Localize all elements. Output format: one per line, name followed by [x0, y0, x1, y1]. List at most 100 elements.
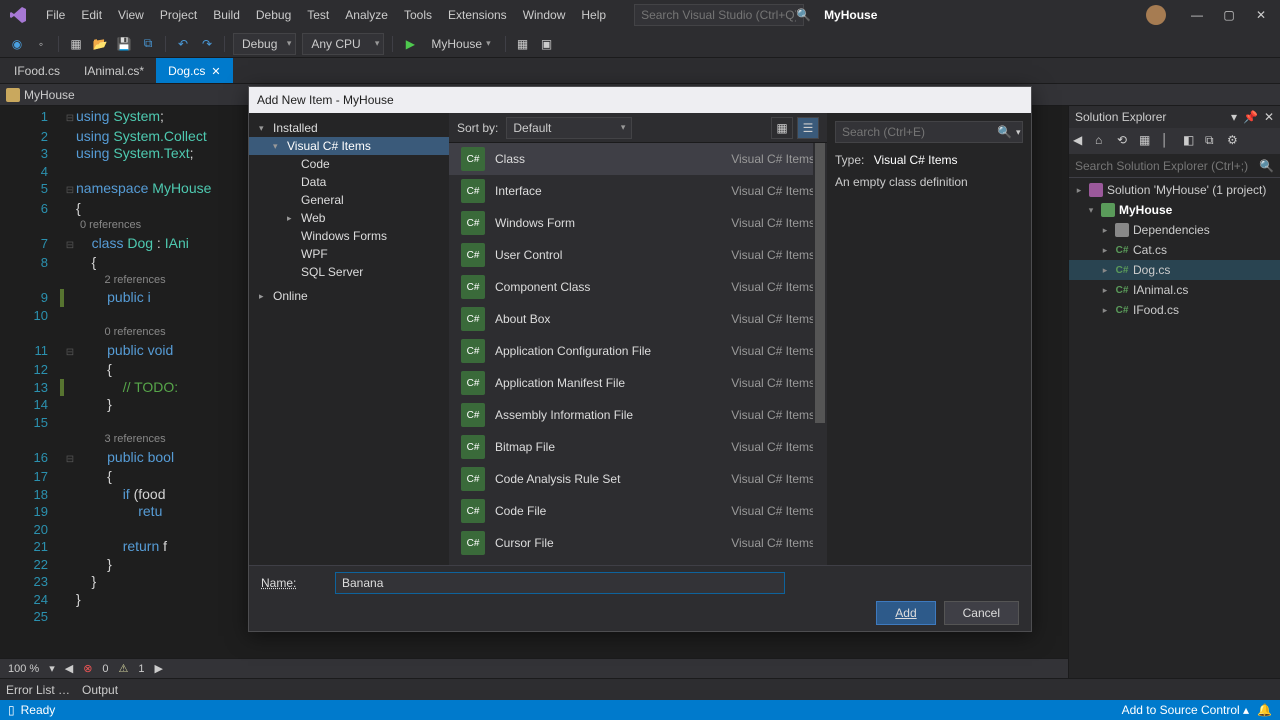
dialog-category-tree: ▾Installed ▾Visual C# Items CodeDataGene… [249, 113, 449, 565]
tree-sub-web[interactable]: ▸Web [249, 209, 449, 227]
add-button[interactable]: Add [876, 601, 935, 625]
template-application-manifest-file[interactable]: C#Application Manifest FileVisual C# Ite… [449, 367, 827, 399]
warning-count[interactable]: 1 [138, 663, 144, 675]
template-cursor-file[interactable]: C#Cursor FileVisual C# Items [449, 527, 827, 559]
nav-fwd-icon[interactable]: ◦ [32, 35, 50, 53]
tree-installed[interactable]: ▾Installed [249, 119, 449, 137]
template-scrollbar[interactable] [813, 143, 827, 565]
template-application-configuration-file[interactable]: C#Application Configuration FileVisual C… [449, 335, 827, 367]
error-count[interactable]: 0 [102, 663, 108, 675]
zoom-level[interactable]: 100 % [8, 663, 39, 675]
file-node-dog-cs[interactable]: ▸C#Dog.cs [1069, 260, 1280, 280]
menu-extensions[interactable]: Extensions [440, 4, 515, 26]
template-icon: C# [461, 307, 485, 331]
tab-close-icon[interactable]: ✕ [211, 65, 220, 78]
template-class[interactable]: C#ClassVisual C# Items [449, 143, 827, 175]
template-about-box[interactable]: C#About BoxVisual C# Items [449, 303, 827, 335]
tab-ianimalcs[interactable]: IAnimal.cs* [72, 58, 156, 83]
file-node-ifood-cs[interactable]: ▸C#IFood.cs [1069, 300, 1280, 320]
tree-sub-general[interactable]: General [249, 191, 449, 209]
view-grid-button[interactable]: ▦ [771, 117, 793, 139]
nav-back-icon[interactable]: ◉ [8, 35, 26, 53]
tool-icon-2[interactable]: ▣ [538, 35, 556, 53]
breadcrumb-item[interactable]: MyHouse [24, 88, 75, 102]
menu-tools[interactable]: Tools [396, 4, 440, 26]
tree-sub-code[interactable]: Code [249, 155, 449, 173]
sol-home-icon[interactable]: ⌂ [1095, 133, 1111, 149]
close-button[interactable]: ✕ [1254, 8, 1268, 22]
tab-dogcs[interactable]: Dog.cs✕ [156, 58, 233, 83]
bottom-tab-errorlist[interactable]: Error List … [6, 683, 70, 697]
run-target-dropdown[interactable]: MyHouse ▾ [425, 37, 496, 51]
tree-sub-sql-server[interactable]: SQL Server [249, 263, 449, 281]
template-user-control[interactable]: C#User ControlVisual C# Items [449, 239, 827, 271]
tree-visual-csharp[interactable]: ▾Visual C# Items [249, 137, 449, 155]
template-component-class[interactable]: C#Component ClassVisual C# Items [449, 271, 827, 303]
menu-project[interactable]: Project [152, 4, 205, 26]
template-search[interactable]: 🔍▾ [835, 121, 1023, 143]
new-project-icon[interactable]: ▦ [67, 35, 85, 53]
menu-help[interactable]: Help [573, 4, 614, 26]
template-assembly-information-file[interactable]: C#Assembly Information FileVisual C# Ite… [449, 399, 827, 431]
template-code-analysis-rule-set[interactable]: C#Code Analysis Rule SetVisual C# Items [449, 463, 827, 495]
vs-logo-icon [8, 5, 28, 25]
solution-search[interactable]: 🔍 [1069, 154, 1280, 178]
save-icon[interactable]: 💾 [115, 35, 133, 53]
quick-search-input[interactable]: 🔍 [634, 4, 804, 26]
config-dropdown[interactable]: Debug [233, 33, 296, 55]
sol-collapse-icon[interactable]: ⧉ [1205, 133, 1221, 149]
tab-ifoodcs[interactable]: IFood.cs [2, 58, 72, 83]
menu-file[interactable]: File [38, 4, 73, 26]
tree-sub-wpf[interactable]: WPF [249, 245, 449, 263]
maximize-button[interactable]: ▢ [1222, 8, 1236, 22]
search-icon: 🔍 [1259, 159, 1274, 173]
notifications-icon[interactable]: 🔔 [1257, 703, 1272, 717]
sol-showall-icon[interactable]: ◧ [1183, 133, 1199, 149]
open-icon[interactable]: 📂 [91, 35, 109, 53]
undo-icon[interactable]: ↶ [174, 35, 192, 53]
pin-icon[interactable]: 📌 [1243, 110, 1258, 124]
template-windows-form[interactable]: C#Windows FormVisual C# Items [449, 207, 827, 239]
save-all-icon[interactable]: ⧉ [139, 35, 157, 53]
dependencies-node[interactable]: ▸ Dependencies [1069, 220, 1280, 240]
source-control-button[interactable]: Add to Source Control ▴ [1122, 703, 1249, 717]
minimize-button[interactable]: — [1190, 8, 1204, 22]
tree-sub-windows-forms[interactable]: Windows Forms [249, 227, 449, 245]
tree-online[interactable]: ▸Online [249, 287, 449, 305]
cancel-button[interactable]: Cancel [944, 601, 1019, 625]
quick-search-field[interactable] [641, 8, 796, 22]
template-bitmap-file[interactable]: C#Bitmap FileVisual C# Items [449, 431, 827, 463]
view-list-button[interactable]: ☰ [797, 117, 819, 139]
file-node-ianimal-cs[interactable]: ▸C#IAnimal.cs [1069, 280, 1280, 300]
menu-analyze[interactable]: Analyze [337, 4, 396, 26]
menu-edit[interactable]: Edit [73, 4, 110, 26]
menu-view[interactable]: View [110, 4, 152, 26]
sol-refresh-icon[interactable]: ▦ [1139, 133, 1155, 149]
user-avatar-icon[interactable] [1146, 5, 1166, 25]
platform-dropdown[interactable]: Any CPU [302, 33, 384, 55]
menu-build[interactable]: Build [205, 4, 248, 26]
meta-type-value: Visual C# Items [874, 153, 958, 167]
file-node-cat-cs[interactable]: ▸C#Cat.cs [1069, 240, 1280, 260]
menu-debug[interactable]: Debug [248, 4, 299, 26]
tree-sub-data[interactable]: Data [249, 173, 449, 191]
panel-close-icon[interactable]: ✕ [1264, 110, 1274, 124]
template-code-file[interactable]: C#Code FileVisual C# Items [449, 495, 827, 527]
prev-icon[interactable]: ◀ [65, 662, 73, 675]
sol-back-icon[interactable]: ◀ [1073, 133, 1089, 149]
sort-dropdown[interactable]: Default [506, 117, 632, 139]
solution-node[interactable]: ▸ Solution 'MyHouse' (1 project) [1069, 180, 1280, 200]
template-interface[interactable]: C#InterfaceVisual C# Items [449, 175, 827, 207]
sol-sync-icon[interactable]: ⟲ [1117, 133, 1133, 149]
panel-dropdown-icon[interactable]: ▾ [1231, 110, 1237, 124]
menu-test[interactable]: Test [299, 4, 337, 26]
redo-icon[interactable]: ↷ [198, 35, 216, 53]
project-node[interactable]: ▾ MyHouse [1069, 200, 1280, 220]
tool-icon-1[interactable]: ▦ [514, 35, 532, 53]
bottom-tab-output[interactable]: Output [82, 683, 118, 697]
next-icon[interactable]: ▶ [155, 662, 163, 675]
start-debug-icon[interactable]: ▶ [401, 35, 419, 53]
name-input[interactable] [335, 572, 785, 594]
menu-window[interactable]: Window [515, 4, 574, 26]
sol-properties-icon[interactable]: ⚙ [1227, 133, 1243, 149]
